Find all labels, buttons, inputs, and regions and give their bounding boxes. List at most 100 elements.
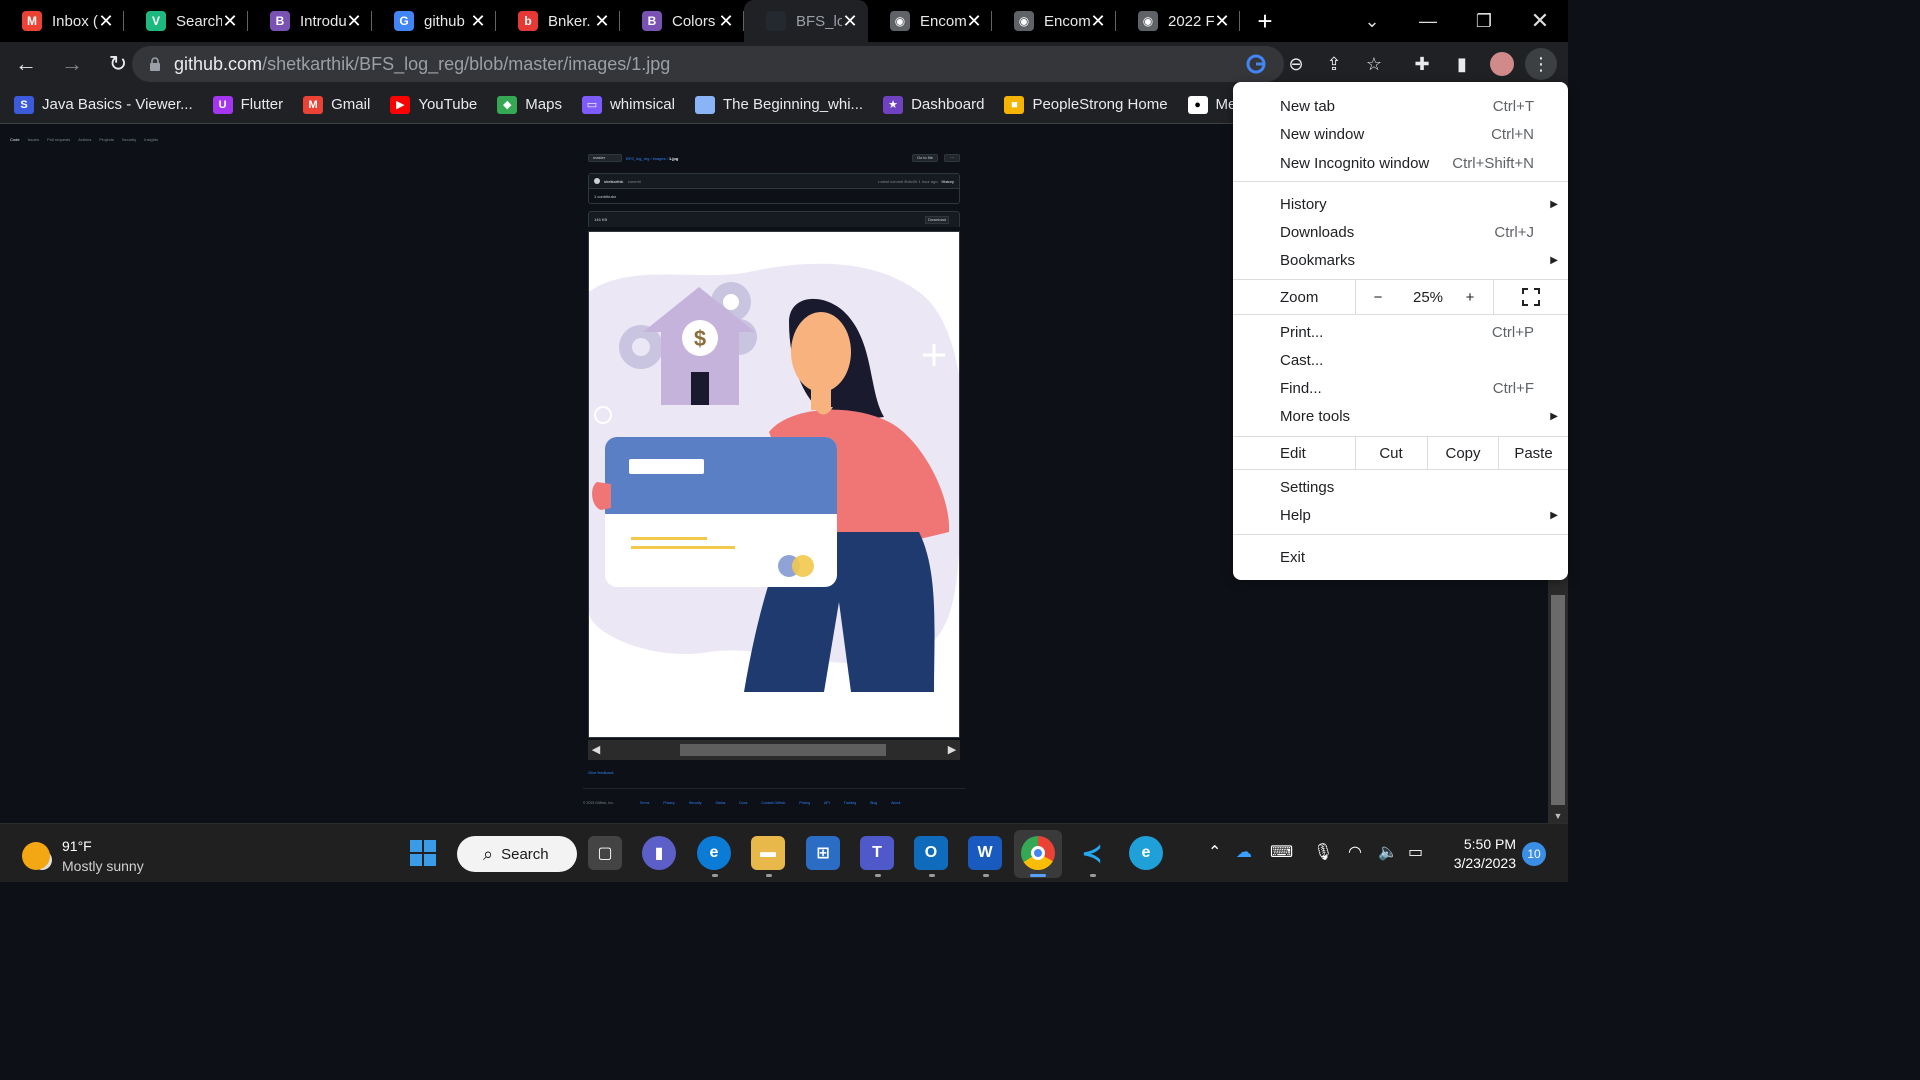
bookmark-item[interactable]: ▭ whimsical: [581, 95, 675, 114]
back-button[interactable]: ←: [6, 44, 46, 84]
breadcrumb-dir[interactable]: images: [653, 156, 666, 161]
bookmark-item[interactable]: The Beginning_whi...: [694, 95, 863, 114]
copy-button[interactable]: Copy: [1428, 437, 1498, 469]
scrollbar-thumb[interactable]: [680, 744, 886, 756]
start-icon[interactable]: [406, 836, 440, 870]
footer-link[interactable]: Docs: [739, 801, 747, 805]
footer-link[interactable]: API: [824, 801, 830, 805]
outlook-icon[interactable]: O: [914, 836, 948, 870]
commit-author[interactable]: shetkarthik: [604, 179, 623, 184]
volume-icon[interactable]: 🔈: [1378, 842, 1398, 862]
share-icon[interactable]: ⇪: [1318, 48, 1350, 80]
bookmark-star-icon[interactable]: ☆: [1358, 48, 1390, 80]
bookmark-item[interactable]: ★ Dashboard: [883, 95, 984, 114]
onedrive-icon[interactable]: ☁: [1236, 842, 1252, 862]
menu-new-window[interactable]: New window Ctrl+N: [1233, 120, 1568, 148]
profile-avatar[interactable]: [1486, 48, 1518, 80]
side-panel-icon[interactable]: ▮: [1446, 48, 1478, 80]
repo-nav-item[interactable]: Security: [122, 137, 136, 142]
tab-1[interactable]: V Search ✕: [124, 0, 248, 42]
chrome-icon[interactable]: [1021, 836, 1055, 870]
repo-nav-item[interactable]: Insights: [144, 137, 158, 142]
menu-print[interactable]: Print... Ctrl+P: [1233, 318, 1568, 346]
tab-6[interactable]: BFS_lo ✕: [744, 0, 868, 42]
branch-select[interactable]: master: [588, 154, 622, 162]
taskbar-search[interactable]: ⌕ Search: [457, 836, 577, 872]
horizontal-scrollbar[interactable]: ◀ ▶: [588, 740, 960, 760]
menu-find[interactable]: Find... Ctrl+F: [1233, 374, 1568, 402]
history-link[interactable]: History: [942, 179, 954, 184]
address-bar[interactable]: github.com/shetkarthik/BFS_log_reg/blob/…: [132, 46, 1284, 82]
footer-link[interactable]: Training: [844, 801, 857, 805]
vertical-scrollbar-thumb[interactable]: [1551, 595, 1565, 805]
forward-button[interactable]: →: [52, 44, 92, 84]
teams-icon[interactable]: T: [860, 836, 894, 870]
menu-bookmarks[interactable]: Bookmarks ▶: [1233, 246, 1568, 274]
wifi-icon[interactable]: ◠: [1348, 842, 1362, 862]
go-to-file-button[interactable]: Go to file: [912, 154, 938, 162]
repo-nav-item[interactable]: Pull requests: [47, 137, 70, 142]
close-tab-icon[interactable]: ✕: [842, 11, 858, 32]
menu-downloads[interactable]: Downloads Ctrl+J: [1233, 218, 1568, 246]
chat-icon[interactable]: ▮: [642, 836, 676, 870]
repo-nav-item[interactable]: Actions: [78, 137, 91, 142]
give-feedback-link[interactable]: Give feedback: [588, 770, 614, 775]
new-tab-button[interactable]: +: [1240, 6, 1290, 37]
tab-search-icon[interactable]: ⌄: [1344, 0, 1400, 42]
bookmark-item[interactable]: S Java Basics - Viewer...: [14, 95, 193, 114]
footer-link[interactable]: About: [891, 801, 900, 805]
close-tab-icon[interactable]: ✕: [222, 11, 238, 32]
word-icon[interactable]: W: [968, 836, 1002, 870]
notification-badge[interactable]: 10: [1522, 842, 1546, 866]
bookmark-item[interactable]: ▶ YouTube: [390, 95, 477, 114]
chrome-menu-button[interactable]: ⋮: [1525, 48, 1557, 80]
repo-nav-item[interactable]: Issues: [28, 137, 40, 142]
restore-icon[interactable]: ❐: [1456, 0, 1512, 42]
google-lens-icon[interactable]: [1240, 48, 1272, 80]
scroll-right-icon[interactable]: ▶: [946, 743, 958, 757]
edge-icon[interactable]: e: [697, 836, 731, 870]
menu-cast[interactable]: Cast...: [1233, 346, 1568, 374]
bookmark-item[interactable]: ■ PeopleStrong Home: [1004, 95, 1168, 114]
menu-new-incognito[interactable]: New Incognito window Ctrl+Shift+N: [1233, 149, 1568, 177]
scroll-down-icon[interactable]: ▼: [1552, 811, 1564, 821]
bookmark-item[interactable]: U Flutter: [212, 95, 283, 114]
close-tab-icon[interactable]: ✕: [718, 11, 734, 32]
footer-link[interactable]: Pricing: [799, 801, 810, 805]
battery-icon[interactable]: ▭: [1408, 842, 1423, 862]
edge-beta-icon[interactable]: e: [1129, 836, 1163, 870]
footer-link[interactable]: Blog: [870, 801, 877, 805]
footer-link[interactable]: Contact GitHub: [761, 801, 785, 805]
menu-new-tab[interactable]: New tab Ctrl+T: [1233, 92, 1568, 120]
close-tab-icon[interactable]: ✕: [346, 11, 362, 32]
tab-0[interactable]: M Inbox (✕: [0, 0, 124, 42]
paste-button[interactable]: Paste: [1499, 437, 1568, 469]
commit-message[interactable]: commit: [628, 179, 641, 184]
footer-link[interactable]: Terms: [640, 801, 650, 805]
vscode-icon[interactable]: ≺: [1075, 836, 1109, 870]
contributors-count[interactable]: 1 contributor: [589, 189, 959, 204]
repo-nav-item[interactable]: Projects: [99, 137, 113, 142]
repo-nav-item[interactable]: Code: [10, 137, 20, 142]
tab-2[interactable]: B Introdu ✕: [248, 0, 372, 42]
clock[interactable]: 5:50 PM 3/23/2023: [1440, 835, 1516, 873]
tab-3[interactable]: Ggithub ✕: [372, 0, 496, 42]
bookmark-item[interactable]: M Gmail: [303, 95, 370, 114]
close-window-icon[interactable]: ✕: [1512, 0, 1568, 42]
close-tab-icon[interactable]: ✕: [470, 11, 486, 32]
zoom-in-button[interactable]: +: [1455, 280, 1485, 314]
task-view-icon[interactable]: ▢: [588, 836, 622, 870]
keyboard-icon[interactable]: ⌨: [1270, 842, 1293, 862]
close-tab-icon[interactable]: ✕: [1214, 11, 1230, 32]
close-tab-icon[interactable]: ✕: [98, 11, 114, 32]
footer-link[interactable]: Security: [689, 801, 702, 805]
tab-4[interactable]: b Bnker. ✕: [496, 0, 620, 42]
cut-button[interactable]: Cut: [1356, 437, 1426, 469]
tab-5[interactable]: B Colors ✕: [620, 0, 744, 42]
close-tab-icon[interactable]: ✕: [966, 11, 982, 32]
fullscreen-icon[interactable]: [1513, 280, 1549, 314]
download-button[interactable]: Download: [925, 216, 949, 224]
more-options-button[interactable]: ···: [944, 154, 960, 162]
store-icon[interactable]: ⊞: [806, 836, 840, 870]
tab-7[interactable]: ◉ Encom ✕: [868, 0, 992, 42]
